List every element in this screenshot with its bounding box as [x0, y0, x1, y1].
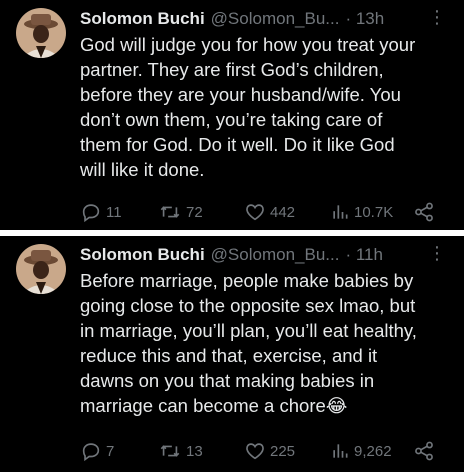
share-button[interactable]: [413, 200, 435, 224]
reply-count: 7: [106, 442, 115, 460]
avatar[interactable]: [16, 8, 66, 58]
share-icon: [415, 202, 433, 222]
views-icon: [333, 444, 348, 458]
tweet-card[interactable]: Solomon Buchi @Solomon_Bu... · 11h ⋮ Bef…: [0, 236, 464, 472]
repost-icon: [160, 445, 180, 457]
like-count: 442: [270, 203, 296, 221]
reply-button[interactable]: 11: [80, 200, 122, 224]
author-name[interactable]: Solomon Buchi: [80, 9, 205, 29]
reply-icon: [82, 443, 100, 462]
repost-count: 72: [186, 203, 203, 221]
reply-button[interactable]: 7: [80, 439, 114, 463]
tweet-text-line: in marriage, you’ll plan, you’ll eat hea…: [80, 320, 417, 341]
repost-count: 13: [186, 442, 203, 460]
author-name[interactable]: Solomon Buchi: [80, 245, 205, 265]
reply-count: 11: [106, 203, 122, 221]
heart-icon: [246, 443, 264, 460]
share-icon: [415, 441, 433, 461]
tweet-text-line: dawns on you that making babies in: [80, 370, 375, 391]
tweet-text-line: will like it done.: [80, 159, 205, 180]
heart-icon: [246, 204, 264, 221]
author-handle[interactable]: @Solomon_Bu...: [211, 245, 340, 265]
avatar[interactable]: [16, 244, 66, 294]
timestamp[interactable]: · 11h: [345, 245, 383, 265]
reply-icon: [82, 204, 100, 223]
like-button[interactable]: 225: [244, 439, 295, 463]
more-options-icon[interactable]: ⋮: [428, 8, 446, 26]
views-button[interactable]: 9,262: [330, 439, 392, 463]
tweet-text: Before marriage, people make babies by g…: [80, 268, 454, 418]
more-options-icon[interactable]: ⋮: [428, 244, 446, 262]
views-count: 10.7K: [354, 203, 394, 221]
action-bar: 7 13 225 9,262: [80, 439, 450, 463]
views-button[interactable]: 10.7K: [330, 200, 393, 224]
tweet-text-line: reduce this and that, exercise, and it: [80, 345, 378, 366]
timestamp[interactable]: · 13h: [345, 9, 384, 29]
repost-button[interactable]: 72: [158, 200, 203, 224]
tweet-text-line: going close to the opposite sex lmao, bu…: [80, 295, 416, 316]
tweet-text-line: marriage can become a chore😂: [80, 395, 348, 416]
tweet-header: Solomon Buchi @Solomon_Bu... · 11h: [80, 242, 450, 268]
tweet-text-line: God will judge you for how you treat you…: [80, 34, 416, 55]
share-button[interactable]: [413, 439, 435, 463]
tweet-text: God will judge you for how you treat you…: [80, 32, 454, 182]
repost-button[interactable]: 13: [158, 439, 203, 463]
tweet-text-line: them for God. Do it well. Do it like God: [80, 134, 395, 155]
author-handle[interactable]: @Solomon_Bu...: [211, 9, 340, 29]
tweet-text-line: before they are your husband/wife. You: [80, 84, 401, 105]
like-button[interactable]: 442: [244, 200, 295, 224]
tweet-header: Solomon Buchi @Solomon_Bu... · 13h: [80, 6, 450, 32]
tweet-text-line: don’t own them, you’re taking care of: [80, 109, 383, 130]
repost-icon: [160, 206, 180, 218]
like-count: 225: [270, 442, 296, 460]
tweet-text-line: partner. They are first God’s children,: [80, 59, 384, 80]
views-icon: [333, 205, 348, 219]
tweet-card[interactable]: Solomon Buchi @Solomon_Bu... · 13h ⋮ God…: [0, 0, 464, 230]
views-count: 9,262: [354, 442, 392, 460]
action-bar: 11 72 442 10.7K: [80, 200, 450, 224]
tweet-text-line: Before marriage, people make babies by: [80, 270, 414, 291]
